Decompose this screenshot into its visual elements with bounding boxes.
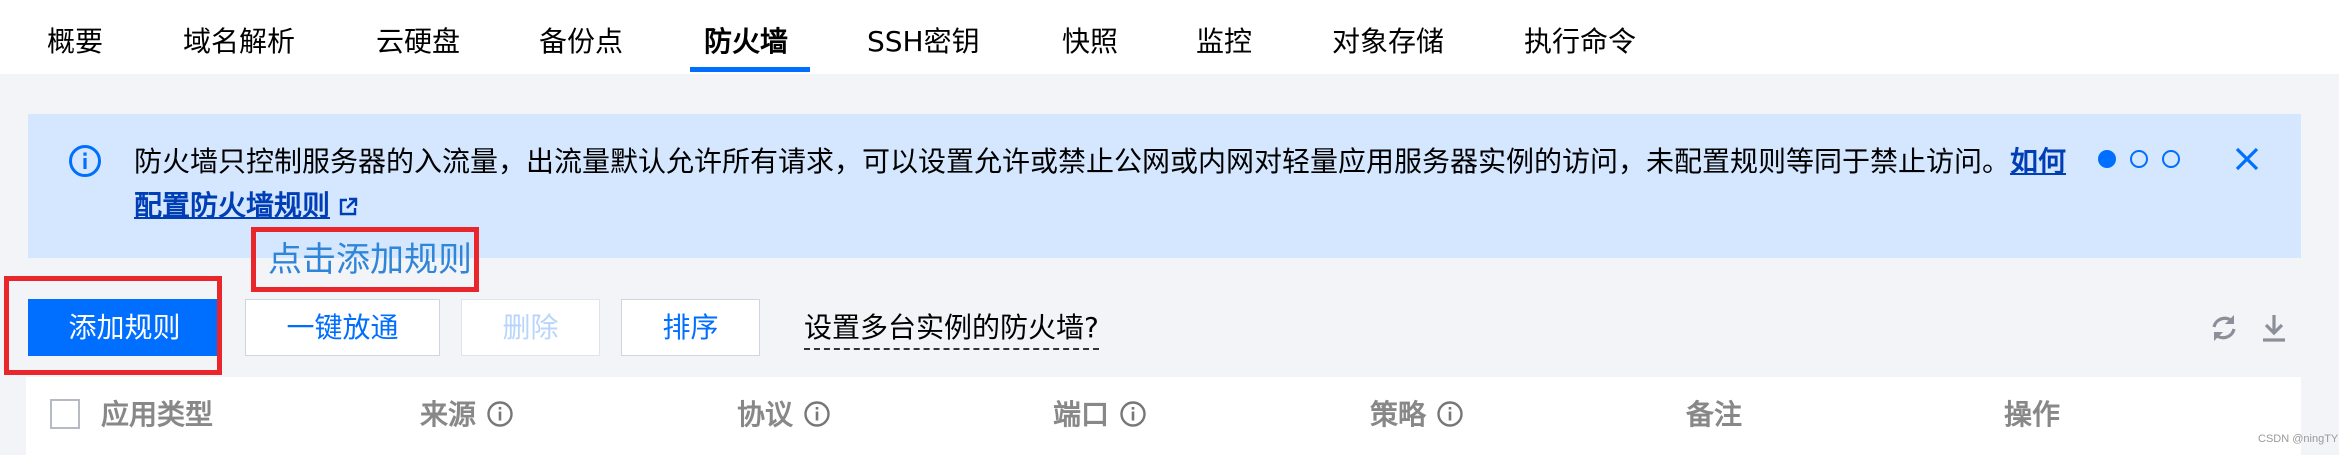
info-circle-icon[interactable]	[803, 400, 831, 428]
external-link-icon[interactable]	[338, 197, 358, 217]
info-circle-icon[interactable]	[1436, 400, 1464, 428]
tab-backup[interactable]: 备份点	[539, 22, 623, 62]
tab-dns[interactable]: 域名解析	[183, 22, 295, 62]
tab-overview[interactable]: 概要	[47, 22, 103, 62]
tab-monitoring[interactable]: 监控	[1196, 22, 1252, 62]
tab-cloud-disk[interactable]: 云硬盘	[376, 22, 460, 62]
column-port: 端口	[1053, 395, 1147, 435]
tab-firewall[interactable]: 防火墙	[704, 22, 788, 62]
column-protocol: 协议	[737, 395, 831, 435]
tab-bar: 概要 域名解析 云硬盘 备份点 防火墙 SSH密钥 快照 监控 对象存储 执行命…	[0, 0, 2339, 74]
column-remark: 备注	[1686, 398, 1743, 431]
active-tab-indicator	[690, 67, 810, 72]
add-rule-highlight-box	[4, 276, 222, 375]
tab-object-storage[interactable]: 对象存储	[1332, 22, 1444, 62]
watermark: CSDN @ningTY	[2258, 433, 2339, 445]
pager-dot-3[interactable]	[2162, 150, 2180, 168]
column-policy: 策略	[1370, 395, 1464, 435]
column-app-type: 应用类型	[101, 398, 214, 431]
multi-instance-firewall-link[interactable]: 设置多台实例的防火墙?	[804, 308, 1099, 350]
one-click-allow-button[interactable]: 一键放通	[245, 299, 440, 356]
pager-dot-2[interactable]	[2130, 150, 2148, 168]
close-icon[interactable]	[2232, 144, 2262, 174]
tab-ssh-keys[interactable]: SSH密钥	[867, 22, 980, 62]
notice-message: 防火墙只控制服务器的入流量，出流量默认允许所有请求，可以设置允许或禁止公网或内网…	[134, 145, 2011, 178]
table-header: 应用类型 来源 协议 端口 策略 备注 操作	[26, 377, 2301, 455]
callout-label: 点击添加规则	[268, 240, 472, 280]
info-circle-icon[interactable]	[486, 400, 514, 428]
refresh-icon[interactable]	[2208, 312, 2240, 344]
column-actions: 操作	[2004, 398, 2061, 431]
download-icon[interactable]	[2258, 312, 2290, 344]
sort-button[interactable]: 排序	[621, 299, 760, 356]
tab-snapshot[interactable]: 快照	[1062, 22, 1118, 62]
info-circle-icon[interactable]	[1119, 400, 1147, 428]
info-icon	[69, 145, 101, 177]
tab-run-command[interactable]: 执行命令	[1524, 22, 1636, 62]
delete-button[interactable]: 删除	[461, 299, 600, 356]
column-source: 来源	[420, 395, 514, 435]
pager-dot-1[interactable]	[2098, 150, 2116, 168]
select-all-checkbox[interactable]	[50, 399, 80, 429]
